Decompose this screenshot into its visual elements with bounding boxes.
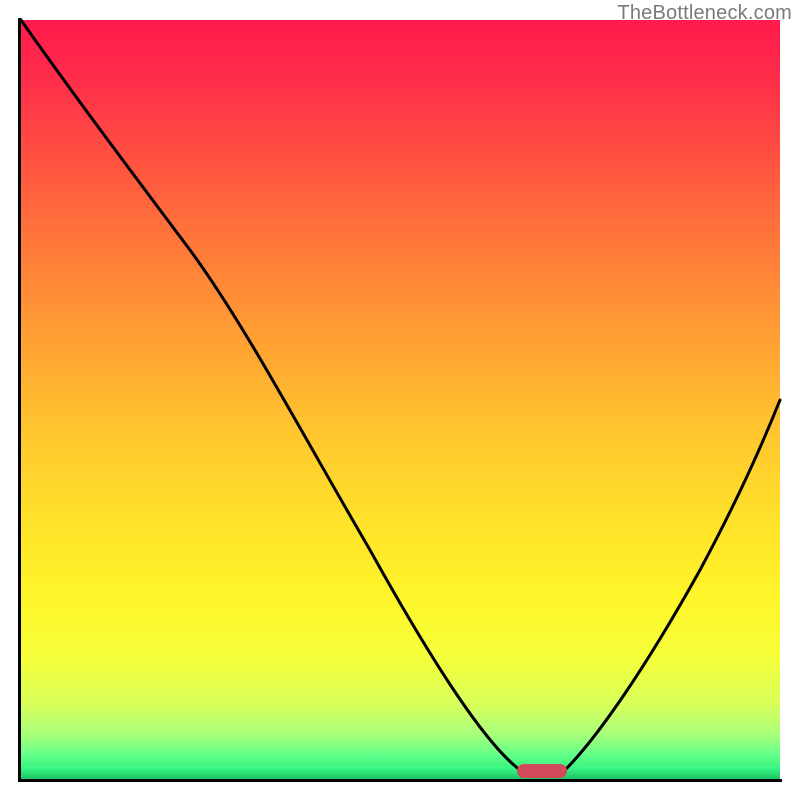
- y-axis: [18, 18, 21, 782]
- optimal-range-marker: [517, 764, 567, 778]
- x-axis: [18, 779, 782, 782]
- bottleneck-curve-path: [21, 20, 780, 770]
- bottleneck-chart: TheBottleneck.com: [0, 0, 800, 800]
- watermark-text: TheBottleneck.com: [617, 2, 792, 25]
- curve-svg: [0, 0, 800, 800]
